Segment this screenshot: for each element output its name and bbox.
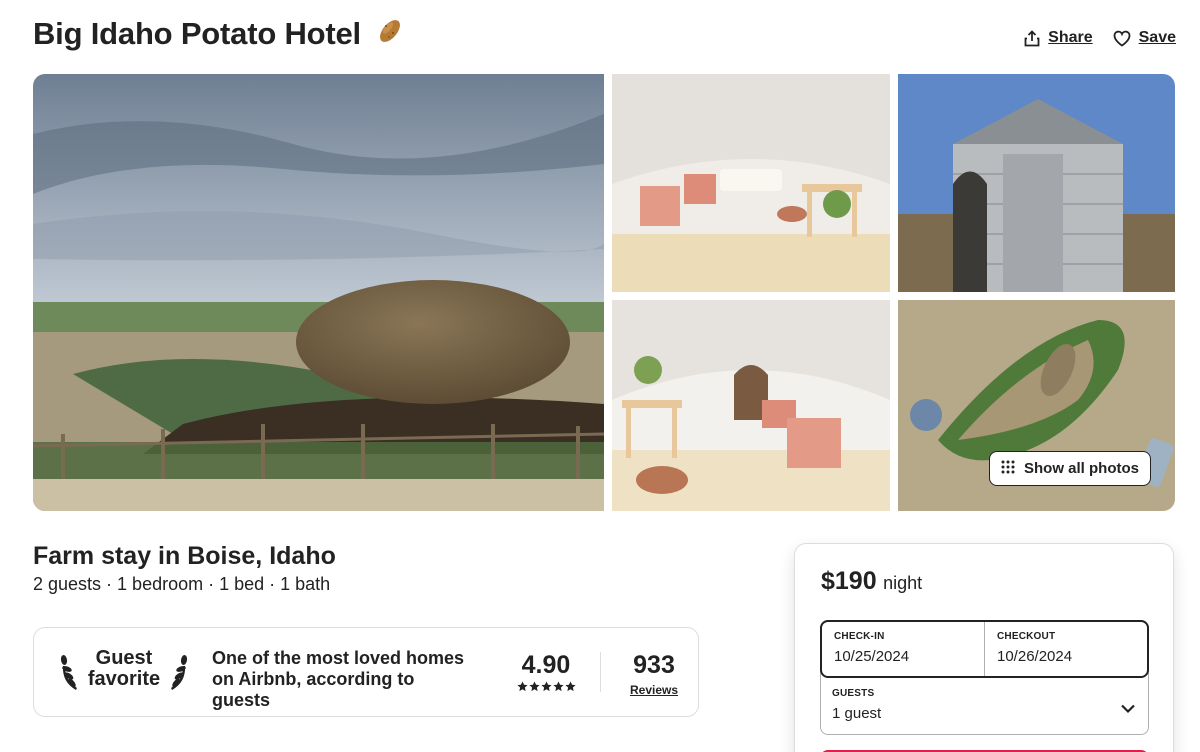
guest-favorite-label: Guest favorite xyxy=(82,648,166,690)
guest-favorite-description: One of the most loved homes on Airbnb, a… xyxy=(212,648,465,710)
checkout-label: CHECKOUT xyxy=(997,631,1056,642)
reviews-link[interactable]: 933 Reviews xyxy=(614,650,694,698)
guests-label: GUESTS xyxy=(832,688,875,699)
checkout-value: 10/26/2024 xyxy=(997,648,1073,665)
laurel-left-icon xyxy=(60,655,77,690)
price-unit: night xyxy=(883,573,923,593)
star-icon xyxy=(516,681,528,692)
guests-select[interactable]: GUESTS 1 guest xyxy=(832,688,1136,730)
checkout-field[interactable]: CHECKOUT 10/26/2024 xyxy=(984,622,1147,676)
chevron-down-icon xyxy=(1121,704,1135,714)
save-label: Save xyxy=(1138,29,1176,46)
checkin-field[interactable]: CHECK-IN 10/25/2024 xyxy=(822,622,984,676)
guest-favorite-card: Guest favorite One of the most loved hom… xyxy=(33,627,699,717)
star-icon xyxy=(528,681,540,692)
rating-stars xyxy=(506,681,586,692)
booking-fields: CHECK-IN 10/25/2024 CHECKOUT 10/26/2024 … xyxy=(820,620,1149,735)
grain-bin-exterior-photo[interactable] xyxy=(898,74,1175,292)
save-button[interactable]: Save xyxy=(1113,24,1176,52)
booking-card: $190 night CHECK-IN 10/25/2024 CHECKOUT … xyxy=(794,543,1174,752)
listing-details: 2 guests · 1 bedroom · 1 bed · 1 bath xyxy=(33,574,331,594)
potato-interior-bedroom-photo[interactable] xyxy=(612,74,890,292)
rating-value: 4.90 xyxy=(521,651,571,679)
potato-emoji-icon xyxy=(375,16,405,56)
listing-title: Big Idaho Potato Hotel xyxy=(33,14,405,56)
guests-value: 1 guest xyxy=(832,705,882,722)
heart-icon xyxy=(1113,30,1131,47)
show-all-photos-button[interactable]: Show all photos xyxy=(989,451,1151,486)
nightly-price: $190 xyxy=(821,567,877,595)
rating-divider xyxy=(600,652,601,692)
reviews-label[interactable]: Reviews xyxy=(614,682,694,698)
share-button[interactable]: Share xyxy=(1024,24,1093,52)
checkin-value: 10/25/2024 xyxy=(834,648,910,665)
star-icon xyxy=(552,681,564,692)
price-row: $190 night xyxy=(821,567,922,596)
share-icon xyxy=(1024,29,1040,47)
potato-interior-lounge-photo[interactable] xyxy=(612,300,890,511)
listing-actions: Share Save xyxy=(1024,24,1176,52)
date-range-picker: CHECK-IN 10/25/2024 CHECKOUT 10/26/2024 xyxy=(820,620,1149,678)
laurel-right-icon xyxy=(171,655,188,690)
star-icon xyxy=(564,681,576,692)
reviews-count: 933 xyxy=(633,651,675,679)
share-label: Share xyxy=(1048,29,1093,46)
rating: 4.90 xyxy=(506,650,586,692)
guest-favorite-line1: Guest xyxy=(95,647,153,669)
checkin-label: CHECK-IN xyxy=(834,631,885,642)
giant-potato-exterior-photo[interactable] xyxy=(33,74,604,511)
grid-icon xyxy=(1001,460,1015,478)
show-all-photos-label: Show all photos xyxy=(1024,460,1139,477)
listing-subtitle: Farm stay in Boise, Idaho xyxy=(33,542,336,570)
listing-title-text: Big Idaho Potato Hotel xyxy=(33,16,361,51)
star-icon xyxy=(540,681,552,692)
guest-favorite-badge: Guest favorite xyxy=(58,648,190,698)
photo-gallery xyxy=(33,74,1175,511)
guest-favorite-line2: favorite xyxy=(87,668,161,690)
